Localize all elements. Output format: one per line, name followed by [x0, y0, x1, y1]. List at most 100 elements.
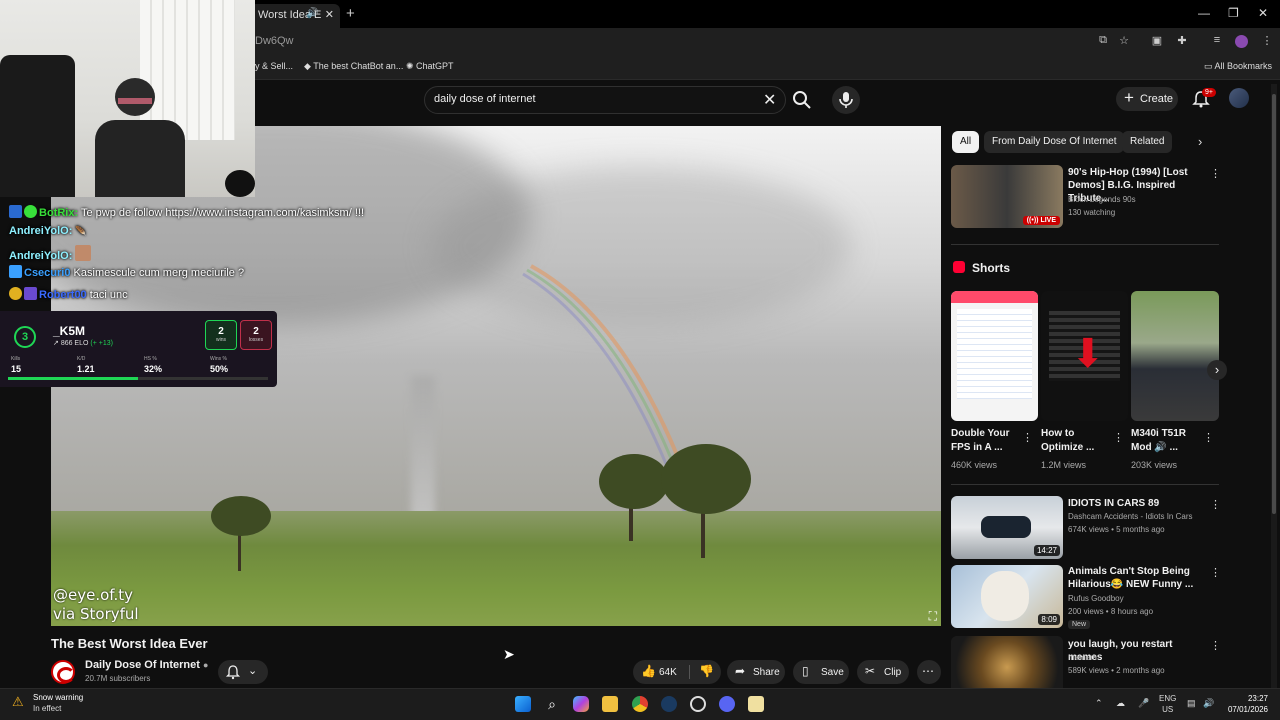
chrome-icon[interactable]	[632, 696, 648, 712]
more-vertical-icon[interactable]: ⋮	[1203, 431, 1214, 444]
minimize-button[interactable]: —	[1198, 6, 1210, 20]
tab-audio-icon[interactable]: 🔊	[306, 8, 318, 19]
bookmark-item[interactable]: y & Sell...	[255, 61, 293, 71]
video-thumbnail[interactable]: 8:09	[951, 565, 1063, 628]
clock[interactable]: 23:27 07/01/2026	[1222, 693, 1268, 715]
shorts-next-button[interactable]: ›	[1207, 360, 1227, 380]
short-thumbnail[interactable]	[1131, 291, 1219, 421]
language-indicator[interactable]: ENG US	[1159, 693, 1176, 715]
profile-avatar[interactable]	[1235, 35, 1248, 48]
player-elo: ↗ 866 ELO (+ +13)	[53, 340, 113, 347]
browser-tab[interactable]: Worst Idea E 🔊 ✕	[250, 4, 340, 28]
more-vertical-icon[interactable]: ⋮	[1210, 566, 1221, 579]
search-query[interactable]: daily dose of internet	[434, 93, 536, 105]
chat-message: AndreiYolO:	[9, 245, 93, 262]
url-text[interactable]: Dw6Qw	[255, 35, 294, 47]
more-vertical-icon[interactable]: ⋮	[1210, 167, 1221, 180]
dislike-button[interactable]: 👎	[693, 660, 721, 684]
steam-icon[interactable]	[661, 696, 677, 712]
weather-subtitle[interactable]: In effect	[33, 704, 61, 713]
create-button[interactable]: + Create	[1116, 87, 1178, 111]
file-explorer-icon[interactable]	[602, 696, 618, 712]
start-button-icon[interactable]	[515, 696, 531, 712]
tab-close-icon[interactable]: ✕	[325, 8, 334, 21]
clip-button[interactable]: ✂ Clip	[857, 660, 909, 684]
channel-avatar[interactable]	[51, 660, 75, 684]
tray-overflow-icon[interactable]: ⌃	[1095, 698, 1103, 709]
app-icon[interactable]	[690, 696, 706, 712]
video-thumbnail[interactable]: ((•)) LIVE	[951, 165, 1063, 228]
weather-title[interactable]: Snow warning	[33, 693, 83, 702]
app-icon[interactable]	[748, 696, 764, 712]
more-vertical-icon[interactable]: ⋮	[1210, 639, 1221, 652]
bookmark-item[interactable]: ✺ ChatGPT	[406, 61, 454, 72]
more-vertical-icon[interactable]: ⋮	[1210, 498, 1221, 511]
more-vertical-icon[interactable]: ⋮	[1113, 431, 1124, 444]
close-window-button[interactable]: ✕	[1258, 6, 1268, 20]
short-title[interactable]: M340i T51R Mod 🔊 ...	[1131, 427, 1203, 455]
channel-name[interactable]: Daily Dose Of Internet ●	[85, 659, 208, 671]
sub-badge-icon	[24, 287, 37, 300]
video-thumbnail[interactable]	[951, 636, 1063, 688]
tornado-shape	[411, 376, 435, 526]
media-controls-icon[interactable]: ≡	[1210, 34, 1224, 48]
short-views: 203K views	[1131, 460, 1178, 470]
more-actions-button[interactable]: ⋯	[917, 660, 941, 684]
short-thumbnail[interactable]	[951, 291, 1038, 421]
short-thumbnail[interactable]: ⬇	[1041, 291, 1128, 421]
share-button[interactable]: ➦ Share	[727, 660, 785, 684]
related-video-title[interactable]: IDIOTS IN CARS 89	[1068, 497, 1208, 510]
related-channel[interactable]: Block Legends 90s	[1068, 195, 1136, 204]
search-icon[interactable]	[792, 90, 812, 110]
chip-all[interactable]: All	[952, 131, 980, 153]
kd-label: K/D	[77, 356, 86, 362]
short-title[interactable]: Double Your FPS in A ...	[951, 427, 1023, 455]
volume-icon[interactable]: 🔊	[1203, 698, 1214, 709]
related-channel[interactable]: Dashcam Accidents - Idiots In Cars	[1068, 512, 1193, 521]
plus-icon: +	[1124, 88, 1134, 107]
microphone-icon	[839, 92, 853, 108]
video-thumbnail[interactable]: 14:27	[951, 496, 1063, 559]
network-icon[interactable]: ▤	[1187, 698, 1196, 709]
account-avatar[interactable]	[1229, 88, 1249, 108]
related-channel[interactable]: memem	[1068, 653, 1097, 662]
share-icon: ➦	[735, 664, 746, 678]
related-video-title[interactable]: Animals Can't Stop Being Hilarious😂 NEW …	[1068, 565, 1208, 591]
short-title[interactable]: How to Optimize ...	[1041, 427, 1113, 455]
clear-search-icon[interactable]: ✕	[763, 90, 776, 110]
bookmark-item[interactable]: ◆ The best ChatBot an...	[304, 61, 403, 72]
warning-icon[interactable]: ⚠	[12, 694, 24, 710]
kills-label: Kills	[11, 356, 21, 362]
new-tab-button[interactable]: +	[346, 5, 355, 22]
thumbs-down-icon: 👎	[699, 664, 714, 678]
save-button[interactable]: ▯ Save	[793, 660, 849, 684]
like-button[interactable]: 👍 64K	[633, 660, 685, 684]
bookmark-star-icon[interactable]: ☆	[1117, 34, 1131, 48]
fullscreen-icon[interactable]: ⛶	[929, 609, 937, 624]
tray-app-icon[interactable]: ☁	[1116, 698, 1125, 709]
voice-search-button[interactable]	[832, 86, 860, 114]
maximize-button[interactable]: ❐	[1228, 6, 1239, 20]
related-channel[interactable]: Rufus Goodboy	[1068, 594, 1124, 603]
install-icon[interactable]: ⧉	[1096, 34, 1110, 48]
extension-icon[interactable]: ▣	[1150, 34, 1164, 48]
scrollbar-thumb[interactable]	[1272, 94, 1276, 514]
trend-icon: ↗	[53, 340, 61, 347]
extensions-puzzle-icon[interactable]: ✚	[1175, 34, 1189, 48]
all-bookmarks[interactable]: ▭ All Bookmarks	[1204, 61, 1272, 72]
chevron-right-icon[interactable]: ›	[1198, 134, 1202, 149]
search-taskbar-icon[interactable]: ⌕	[544, 696, 560, 712]
discord-icon[interactable]	[719, 696, 735, 712]
related-meta: 130 watching	[1068, 208, 1116, 217]
browser-menu-icon[interactable]: ⋮	[1260, 34, 1274, 48]
chip-from-channel[interactable]: From Daily Dose Of Internet	[984, 131, 1125, 153]
short-views: 460K views	[951, 460, 998, 470]
subscribed-notifications-button[interactable]: ⌄	[218, 660, 268, 684]
thumbs-up-icon: 👍	[641, 664, 656, 678]
chip-related[interactable]: Related	[1122, 131, 1173, 153]
more-vertical-icon[interactable]: ⋮	[1022, 431, 1033, 444]
person-body	[95, 120, 185, 197]
microphone-tray-icon[interactable]: 🎤	[1138, 698, 1149, 709]
broadcast-icon: ((•))	[1026, 217, 1041, 224]
copilot-icon[interactable]	[573, 696, 589, 712]
